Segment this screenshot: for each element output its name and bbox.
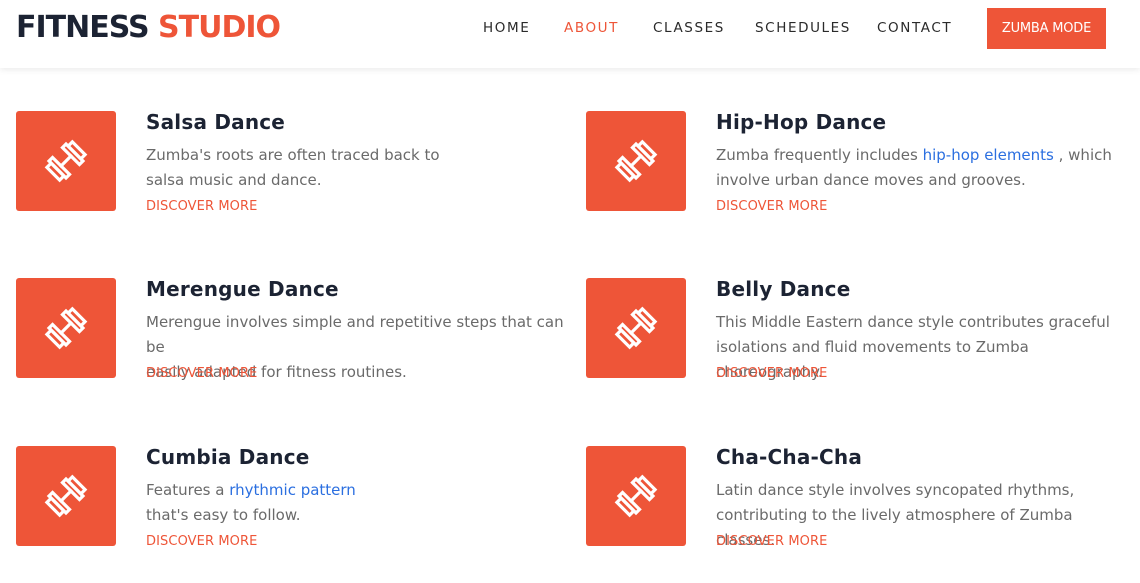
rhythmic-pattern-link[interactable]: rhythmic pattern: [229, 481, 356, 499]
card-title: Cumbia Dance: [146, 445, 310, 469]
card-description-line1: Merengue involves simple and repetitive …: [146, 313, 564, 356]
card-description-line2: that's easy to follow.: [146, 506, 301, 524]
card-description: Zumba frequently includes hip-hop elemen…: [716, 143, 1136, 193]
hip-hop-elements-link[interactable]: hip-hop elements: [923, 146, 1054, 164]
class-card-salsa: Salsa Dance Zumba's roots are often trac…: [16, 111, 556, 231]
card-icon-box: [586, 446, 686, 546]
card-description-line1: This Middle Eastern dance style contribu…: [716, 313, 1110, 331]
dumbbell-icon: [44, 139, 88, 183]
site-logo[interactable]: FITNESS STUDIO: [16, 10, 281, 46]
card-icon-box: [16, 446, 116, 546]
card-title: Merengue Dance: [146, 277, 339, 301]
class-card-merengue: Merengue Dance Merengue involves simple …: [16, 277, 564, 398]
logo-text-studio: STUDIO: [158, 10, 281, 45]
card-icon-box: [586, 111, 686, 211]
card-description-text: Features a: [146, 481, 230, 499]
zumba-mode-button[interactable]: ZUMBA MODE: [987, 8, 1106, 49]
card-icon-box: [586, 278, 686, 378]
nav-classes[interactable]: CLASSES: [653, 19, 725, 37]
nav-schedules[interactable]: SCHEDULES: [755, 19, 851, 37]
nav-home[interactable]: HOME: [483, 19, 530, 37]
card-description-text: Zumba frequently includes: [716, 146, 923, 164]
nav-contact[interactable]: CONTACT: [877, 19, 952, 37]
site-header: FITNESS STUDIO HOME ABOUT CLASSES SCHEDU…: [0, 0, 1140, 68]
discover-more-link[interactable]: DISCOVER MORE: [716, 199, 827, 214]
card-description-line2: salsa music and dance.: [146, 171, 322, 189]
dumbbell-icon: [614, 139, 658, 183]
card-description-line1: Latin dance style involves syncopated rh…: [716, 481, 1075, 499]
dumbbell-icon: [614, 306, 658, 350]
card-description-line1: Zumba's roots are often traced back to: [146, 146, 440, 164]
card-icon-box: [16, 278, 116, 378]
card-title: Hip-Hop Dance: [716, 110, 887, 134]
card-title: Belly Dance: [716, 277, 851, 301]
dumbbell-icon: [44, 306, 88, 350]
discover-more-link[interactable]: DISCOVER MORE: [146, 199, 257, 214]
class-card-cumbia: Cumbia Dance Features a rhythmic pattern…: [16, 446, 556, 566]
discover-more-link[interactable]: DISCOVER MORE: [146, 534, 257, 549]
card-description-line2: involve urban dance moves and grooves.: [716, 171, 1026, 189]
card-title: Salsa Dance: [146, 110, 286, 134]
card-icon-box: [16, 111, 116, 211]
dumbbell-icon: [614, 474, 658, 518]
class-card-cha-cha-cha: Cha-Cha-Cha Latin dance style involves s…: [586, 446, 1126, 566]
class-card-belly: Belly Dance This Middle Eastern dance st…: [586, 278, 1126, 398]
card-description: Features a rhythmic pattern that's easy …: [146, 478, 566, 528]
logo-text-fitness: FITNESS: [16, 10, 150, 45]
discover-more-link[interactable]: DISCOVER MORE: [716, 534, 827, 549]
card-title: Cha-Cha-Cha: [716, 445, 863, 469]
class-card-hip-hop: Hip-Hop Dance Zumba frequently includes …: [586, 111, 1126, 231]
discover-more-link[interactable]: DISCOVER MORE: [716, 366, 827, 381]
card-description: Zumba's roots are often traced back to s…: [146, 143, 566, 193]
nav-about[interactable]: ABOUT: [564, 19, 619, 37]
dumbbell-icon: [44, 474, 88, 518]
card-description-text: , which: [1053, 146, 1112, 164]
discover-more-link[interactable]: DISCOVER MORE: [146, 366, 257, 381]
